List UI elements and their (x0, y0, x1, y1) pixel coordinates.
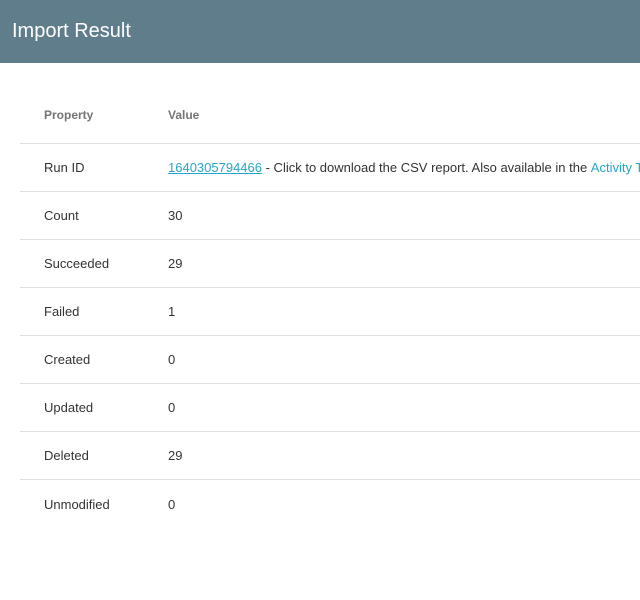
table-header-row: Property Value (20, 91, 640, 144)
run-id-download-link[interactable]: 1640305794466 (168, 160, 262, 175)
table-row: Succeeded 29 (20, 240, 640, 288)
property-label: Updated (44, 400, 94, 415)
property-value: 30 (168, 208, 183, 223)
property-value: 0 (168, 352, 176, 367)
property-value: 0 (168, 400, 176, 415)
property-value: 29 (168, 256, 183, 271)
property-label: Created (44, 352, 91, 367)
property-label: Failed (44, 304, 80, 319)
property-value: 0 (168, 497, 176, 512)
table-row: Count 30 (20, 192, 640, 240)
table-row: Updated 0 (20, 384, 640, 432)
table-row: Created 0 (20, 336, 640, 384)
property-value: 29 (168, 448, 183, 463)
import-result-table: Property Value Run ID 1640305794466 - Cl… (20, 91, 640, 529)
table-row: Deleted 29 (20, 432, 640, 480)
property-label: Run ID (44, 160, 85, 175)
property-value: 1640305794466 - Click to download the CS… (168, 144, 640, 191)
app-header: Import Result (0, 0, 640, 63)
page-title: Import Result (12, 20, 131, 42)
run-id-description: - Click to download the CSV report. Also… (262, 160, 591, 175)
table-row: Failed 1 (20, 288, 640, 336)
property-label: Deleted (44, 448, 89, 463)
column-header-property: Property (44, 108, 94, 122)
table-row-run-id: Run ID 1640305794466 - Click to download… (20, 144, 640, 192)
property-label: Succeeded (44, 256, 110, 271)
activity-link[interactable]: Activity T (591, 160, 640, 175)
table-row: Unmodified 0 (20, 480, 640, 529)
property-value: 1 (168, 304, 176, 319)
property-label: Unmodified (44, 497, 110, 512)
property-label: Count (44, 208, 79, 223)
column-header-value: Value (168, 108, 200, 122)
